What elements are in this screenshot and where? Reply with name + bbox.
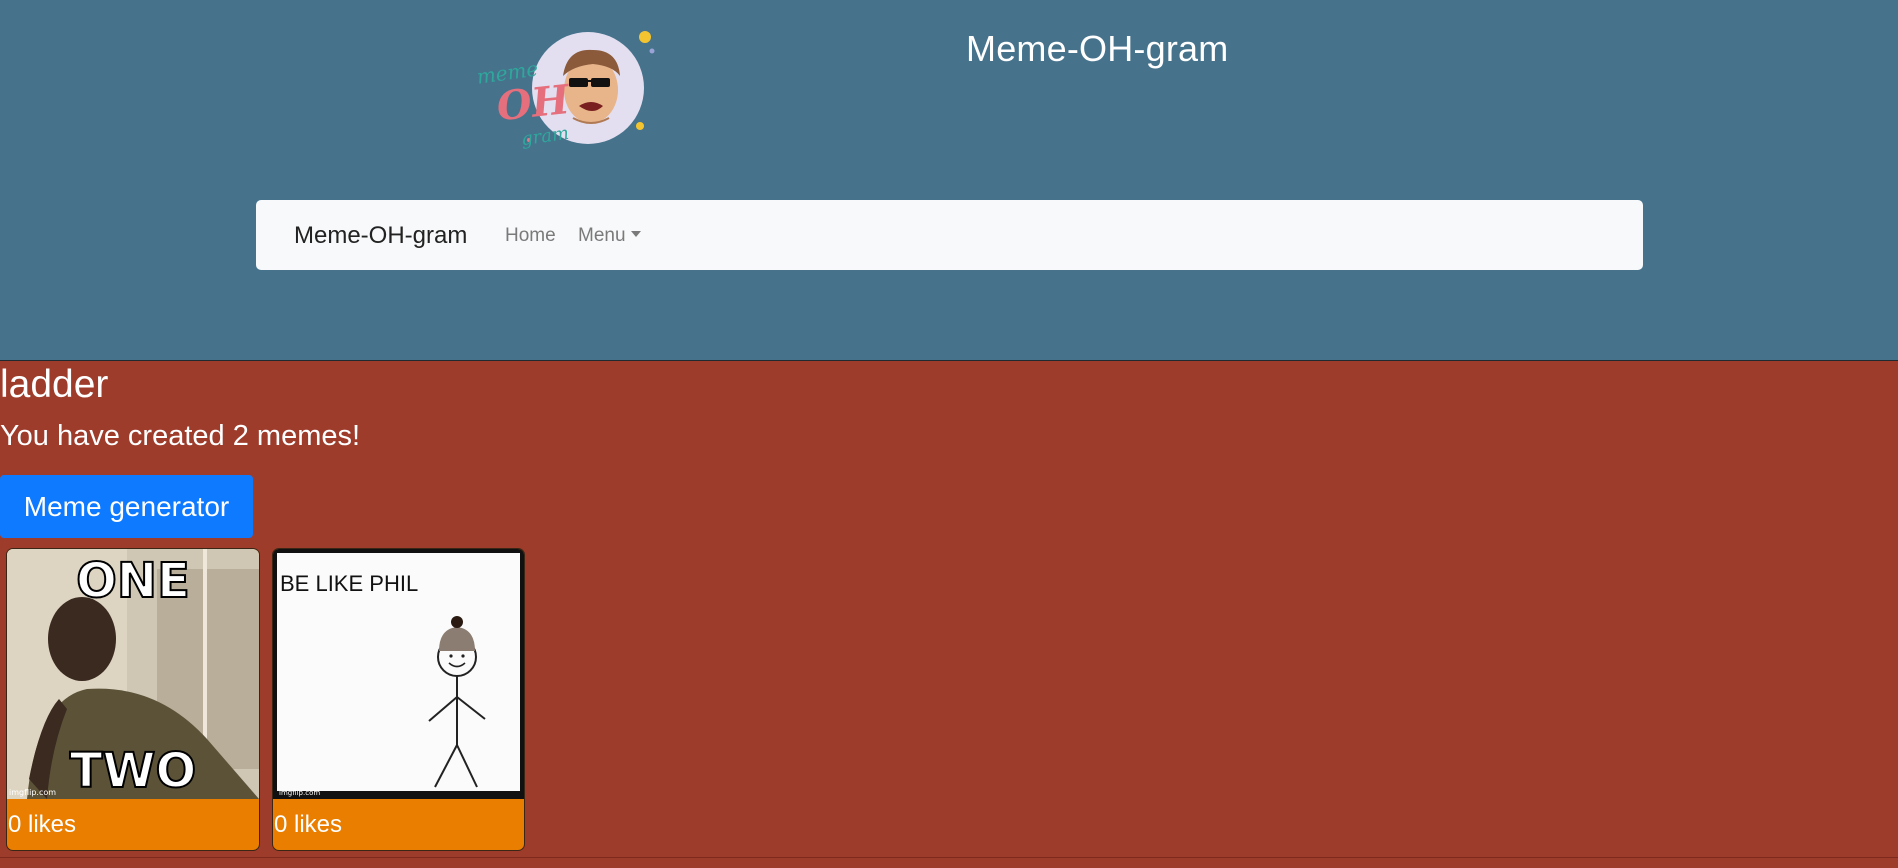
meme-top-text: ONE (76, 553, 190, 609)
meme-image[interactable]: ONE TWO imgflip.com (7, 549, 259, 799)
meme-generator-button[interactable]: Meme generator (0, 475, 253, 538)
meme-image[interactable]: BE LIKE PHIL imgflip.com (273, 549, 524, 799)
caret-down-icon (630, 231, 641, 237)
meme-watermark: imgflip.com (9, 788, 56, 797)
nav-menu-label: Menu (578, 225, 626, 246)
meme-top-text: BE LIKE PHIL (280, 571, 418, 596)
meme-card[interactable]: BE LIKE PHIL imgflip.com 0 likes (272, 548, 525, 851)
site-title: Meme-OH-gram (966, 28, 1229, 69)
likes-count: 0 likes (8, 811, 77, 838)
nav-menu-dropdown[interactable]: Menu (578, 225, 641, 247)
likes-count: 0 likes (274, 811, 343, 838)
site-logo[interactable]: meme OH gram (475, 26, 655, 154)
meme-bottom-text: TWO (70, 743, 197, 799)
footer-divider (0, 857, 1898, 858)
navbar-brand[interactable]: Meme-OH-gram (294, 222, 467, 250)
main-content: ladder You have created 2 memes! Meme ge… (0, 361, 1898, 868)
header: meme OH gram Meme-OH-gram Meme-OH-gram H… (0, 0, 1898, 361)
nav-home-link[interactable]: Home (505, 225, 556, 247)
navbar: Meme-OH-gram Home Menu (256, 200, 1643, 270)
logo-text-mid: OH (495, 76, 573, 130)
meme-watermark: imgflip.com (279, 789, 320, 797)
username-heading: ladder (0, 363, 109, 406)
meme-count-text: You have created 2 memes! (0, 420, 361, 452)
meme-card[interactable]: ONE TWO imgflip.com 0 likes (6, 548, 260, 851)
